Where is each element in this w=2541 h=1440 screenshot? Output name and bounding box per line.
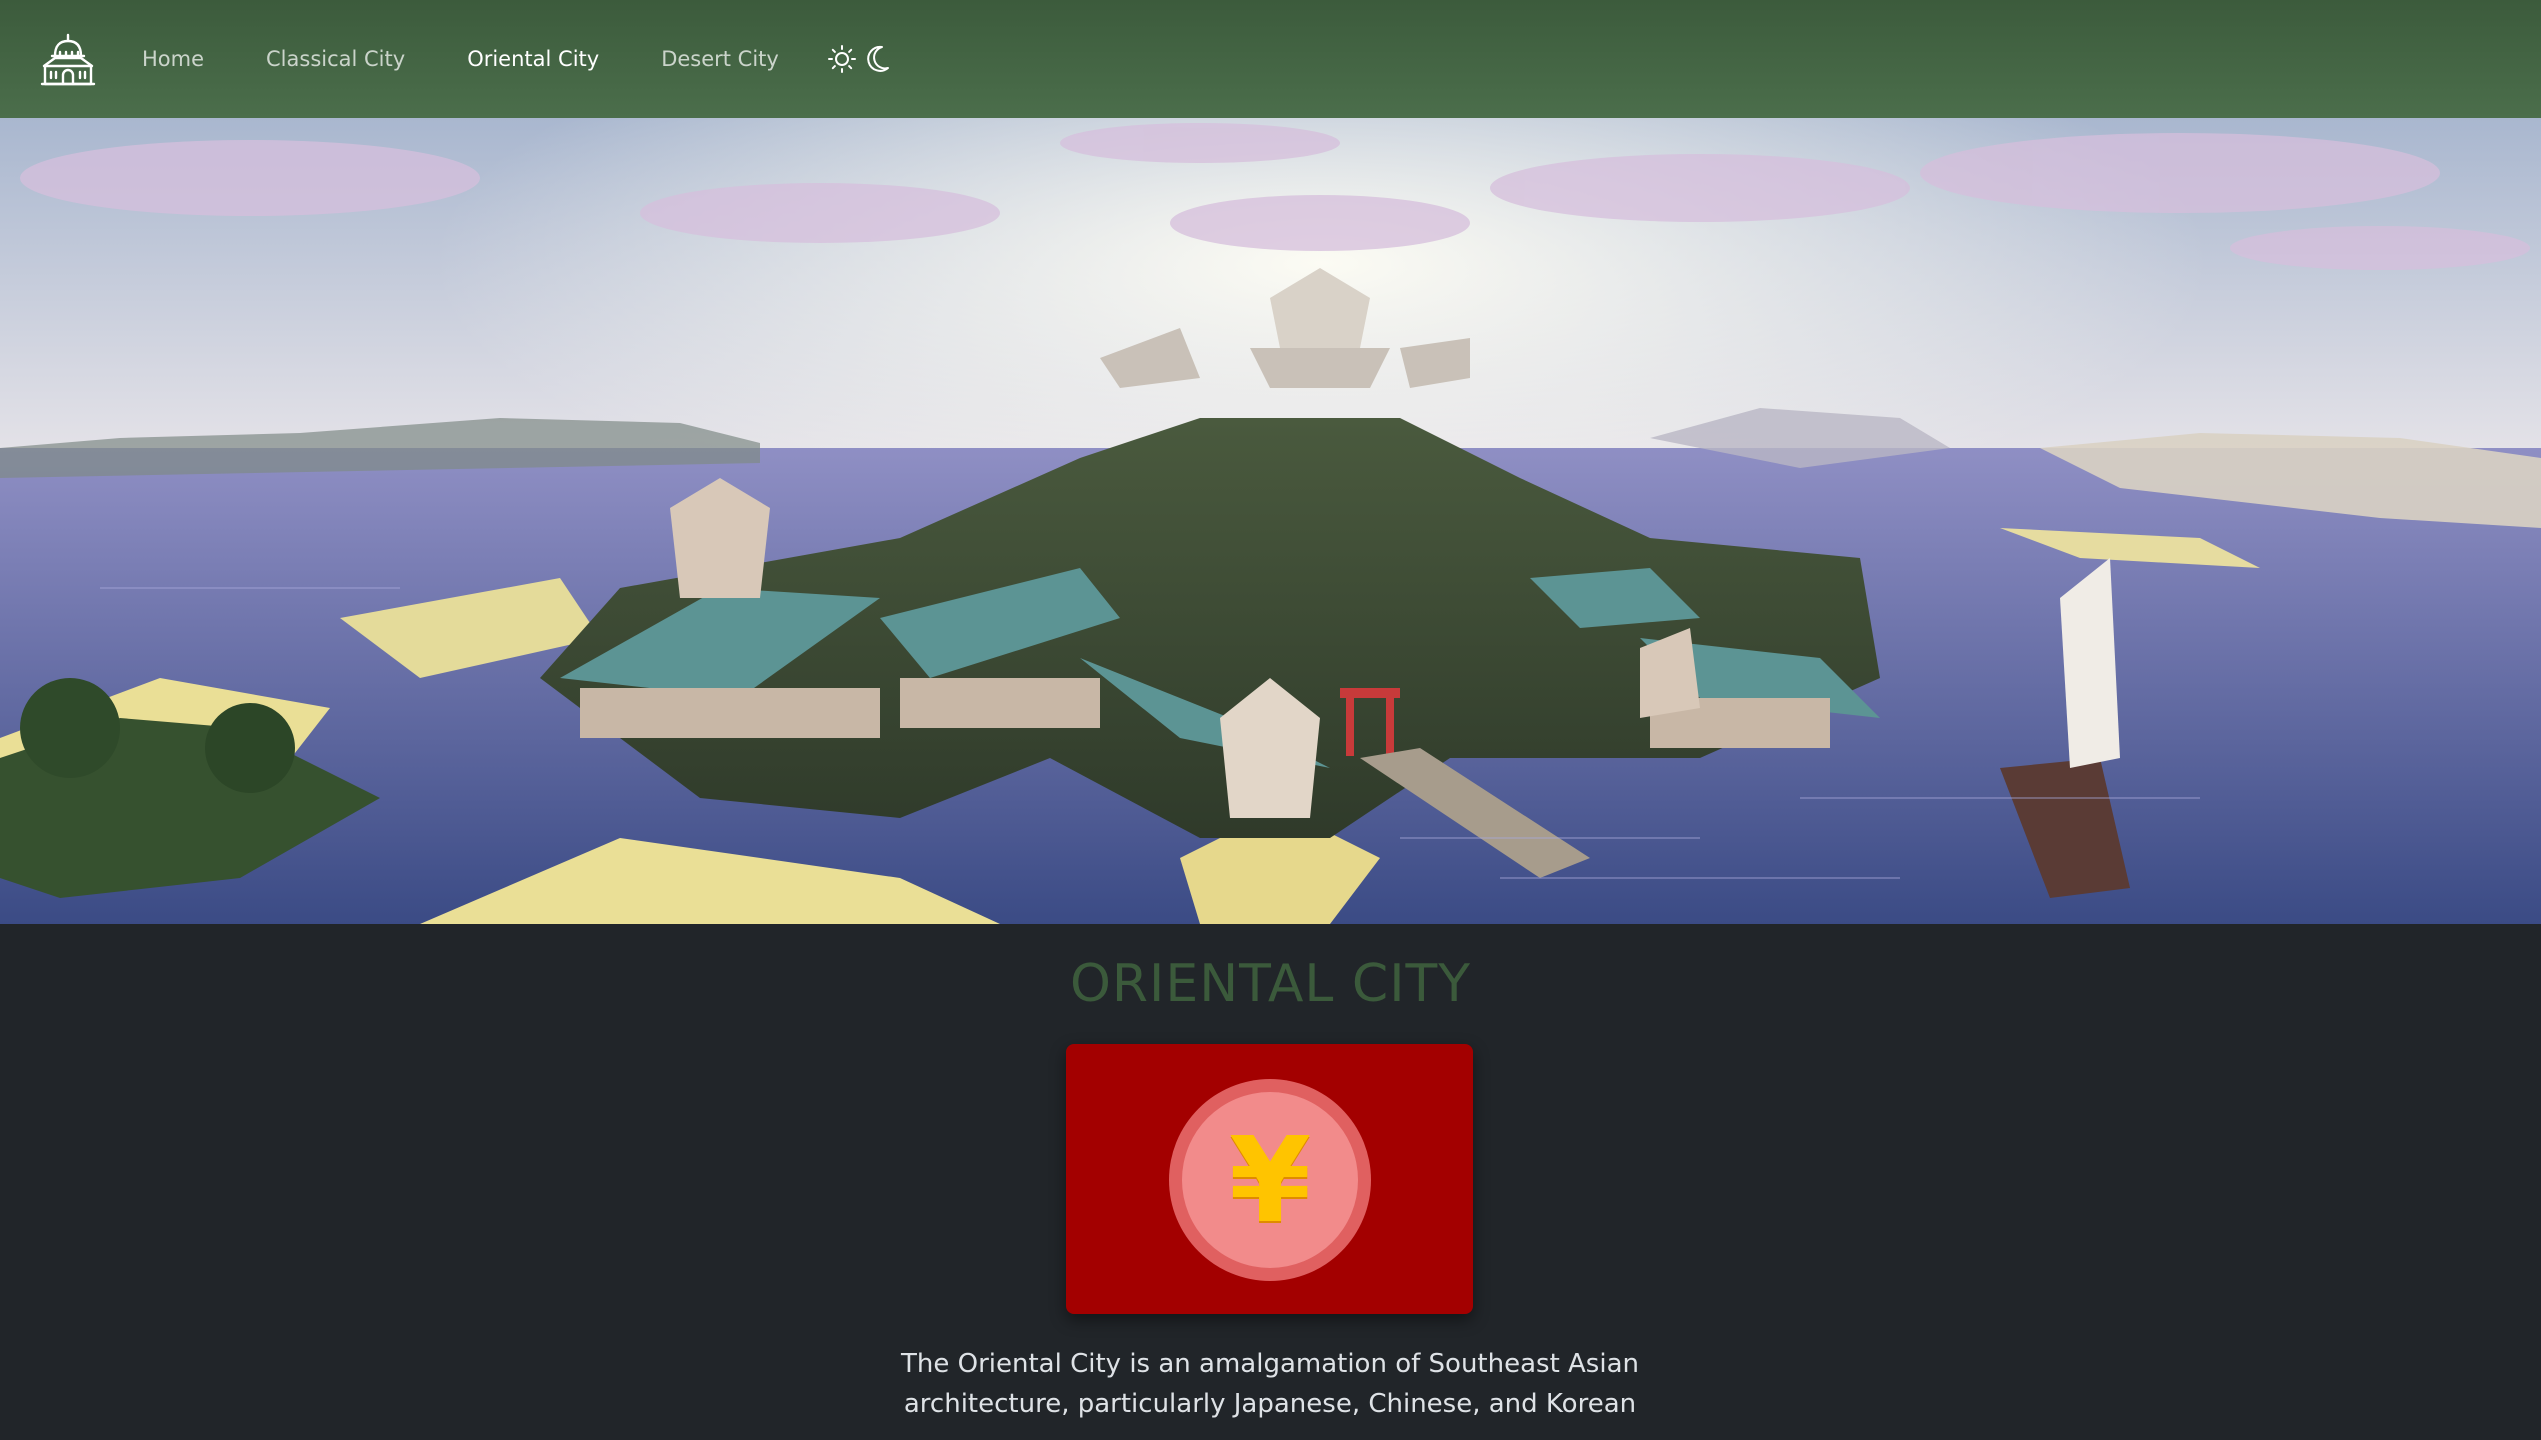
navbar: Home Classical City Oriental City Desert…: [0, 0, 2541, 118]
theme-toggle: [827, 44, 891, 74]
nav-links: Home Classical City Oriental City Desert…: [142, 0, 891, 118]
hero-image: [0, 118, 2541, 924]
nav-link-desert-city[interactable]: Desert City: [661, 47, 779, 71]
yen-icon: ¥: [1228, 1111, 1312, 1249]
moon-icon[interactable]: [865, 44, 891, 74]
sun-icon[interactable]: [827, 44, 857, 74]
main-content: ORIENTAL CITY ¥ The Oriental City is an …: [0, 924, 2541, 1440]
page-title: ORIENTAL CITY: [1069, 954, 1472, 1014]
yen-emblem-card: ¥: [1066, 1044, 1473, 1314]
nav-link-home[interactable]: Home: [142, 47, 204, 71]
palace-icon[interactable]: [40, 32, 96, 88]
city-description: The Oriental City is an amalgamation of …: [901, 1349, 1639, 1419]
nav-link-classical-city[interactable]: Classical City: [266, 47, 405, 71]
nav-link-oriental-city[interactable]: Oriental City: [467, 47, 599, 71]
